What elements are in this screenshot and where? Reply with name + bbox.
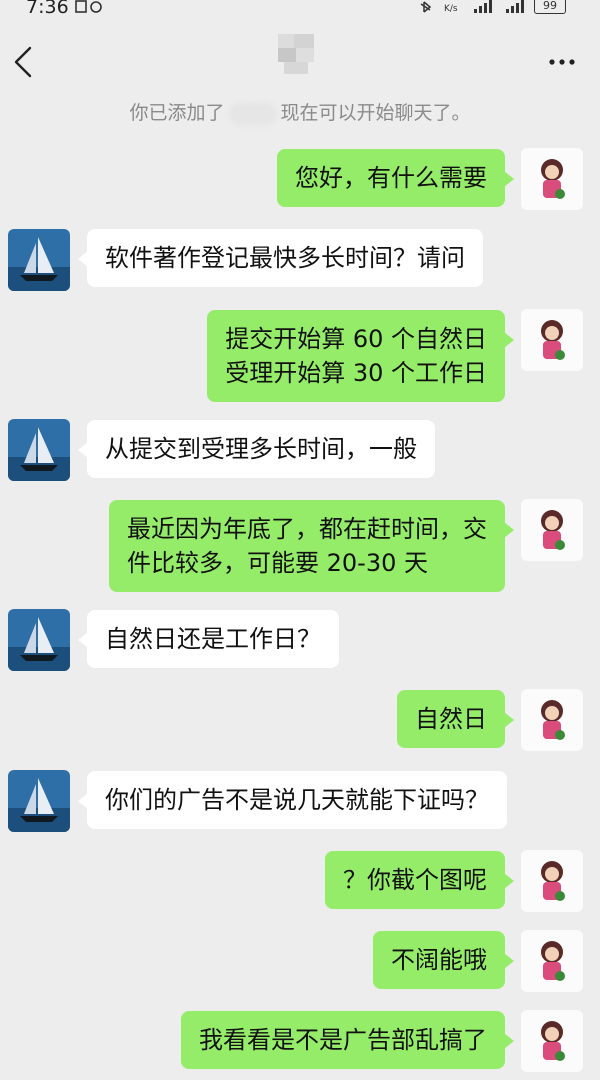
- avatar-girl-icon: [541, 1021, 565, 1061]
- message-bubble-sent[interactable]: 我看看是不是广告部乱搞了: [181, 1011, 514, 1069]
- more-dots-icon: [549, 59, 575, 65]
- message-text: 从提交到受理多长时间，一般: [105, 435, 417, 463]
- sailboat-avatar-icon: [8, 419, 70, 481]
- message-bubble-sent[interactable]: 自然日: [397, 690, 514, 748]
- message-text: 提交开始算 60 个自然日: [225, 325, 487, 353]
- notification-icons: [75, 0, 102, 13]
- message-bubble-received[interactable]: 你们的广告不是说几天就能下证吗？: [78, 771, 507, 829]
- signal-icon-2: [506, 0, 524, 13]
- battery-level: 99: [543, 0, 557, 12]
- message-text: 自然日: [415, 705, 487, 733]
- more-button[interactable]: [542, 50, 582, 74]
- avatar-self[interactable]: [521, 309, 583, 371]
- chevron-left-icon: [14, 46, 32, 78]
- avatar-self[interactable]: [521, 850, 583, 912]
- back-button[interactable]: [6, 42, 42, 82]
- chat-header: [0, 22, 600, 100]
- avatar-contact[interactable]: [8, 229, 70, 291]
- message-text: 软件著作登记最快多长时间？请问: [105, 244, 465, 272]
- status-time: 7:36: [26, 0, 69, 18]
- avatar-girl-icon: [541, 861, 565, 901]
- avatar-contact[interactable]: [8, 770, 70, 832]
- message-bubble-sent[interactable]: 不阔能哦: [373, 931, 514, 989]
- system-message-suffix: 现在可以开始聊天了。: [280, 102, 471, 124]
- message-text: 我看看是不是广告部乱搞了: [199, 1026, 487, 1054]
- contact-name-blurred: [262, 28, 332, 80]
- message-bubble-received[interactable]: 自然日还是工作日？: [78, 610, 339, 668]
- message-text: 受理开始算 30 个工作日: [225, 359, 487, 387]
- status-bar: 7:36 K/s 99: [0, 0, 600, 22]
- message-text: 件比较多，可能要 20-30 天: [127, 549, 428, 577]
- message-text: 你们的广告不是说几天就能下证吗？: [105, 786, 489, 814]
- avatar-girl-icon: [541, 159, 565, 199]
- speed-icon: K/s: [444, 4, 458, 14]
- bluetooth-icon: [420, 1, 432, 13]
- avatar-self[interactable]: [521, 1010, 583, 1072]
- avatar-self[interactable]: [521, 499, 583, 561]
- avatar-girl-icon: [541, 941, 565, 981]
- sailboat-avatar-icon: [8, 609, 70, 671]
- message-bubble-sent[interactable]: ？你截个图呢: [325, 851, 514, 909]
- message-text: 不阔能哦: [391, 946, 487, 974]
- avatar-self[interactable]: [521, 148, 583, 210]
- system-message-prefix: 你已添加了: [129, 102, 225, 124]
- battery-icon: 99: [534, 0, 566, 14]
- avatar-contact[interactable]: [8, 609, 70, 671]
- avatar-contact[interactable]: [8, 419, 70, 481]
- system-message: 你已添加了 现在可以开始聊天了。: [0, 98, 600, 126]
- avatar-self[interactable]: [521, 930, 583, 992]
- message-bubble-sent[interactable]: 提交开始算 60 个自然日 受理开始算 30 个工作日: [207, 310, 514, 402]
- message-text: 自然日还是工作日？: [105, 625, 321, 653]
- sailboat-avatar-icon: [8, 229, 70, 291]
- message-bubble-received[interactable]: 软件著作登记最快多长时间？请问: [78, 229, 483, 287]
- svg-text:K/s: K/s: [444, 4, 458, 14]
- sailboat-avatar-icon: [8, 770, 70, 832]
- signal-icon: [474, 0, 492, 13]
- message-text: 最近因为年底了，都在赶时间，交: [127, 515, 487, 543]
- message-bubble-sent[interactable]: 您好，有什么需要: [277, 149, 514, 207]
- avatar-self[interactable]: [521, 689, 583, 751]
- avatar-girl-icon: [541, 510, 565, 550]
- message-bubble-sent[interactable]: 最近因为年底了，都在赶时间，交 件比较多，可能要 20-30 天: [109, 500, 514, 592]
- message-text: 您好，有什么需要: [295, 164, 487, 192]
- avatar-girl-icon: [541, 700, 565, 740]
- message-bubble-received[interactable]: 从提交到受理多长时间，一般: [78, 420, 435, 478]
- message-text: ？你截个图呢: [343, 866, 487, 894]
- blurred-name: [228, 101, 277, 126]
- avatar-girl-icon: [541, 320, 565, 360]
